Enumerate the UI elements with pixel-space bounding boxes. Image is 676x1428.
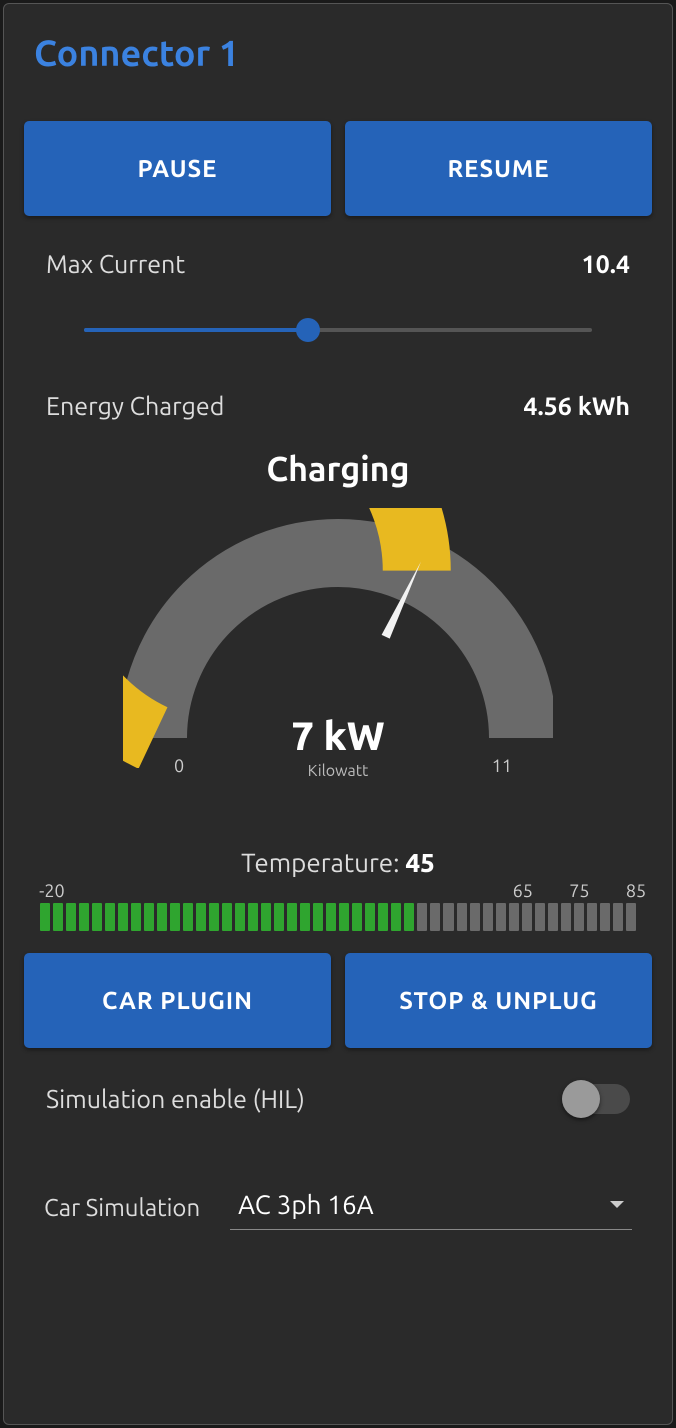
- max-current-label: Max Current: [46, 250, 185, 278]
- chevron-down-icon: [610, 1201, 624, 1208]
- temperature-bar-container: -20657585: [40, 881, 636, 931]
- temperature-segment: [209, 903, 219, 931]
- gauge-unit: Kilowatt: [24, 762, 652, 780]
- temperature-segment: [443, 903, 453, 931]
- car-sim-label: Car Simulation: [44, 1194, 200, 1221]
- temperature-label-prefix: Temperature:: [241, 848, 405, 877]
- energy-value: 4.56 kWh: [523, 392, 630, 420]
- temperature-segment: [404, 903, 414, 931]
- temperature-segment: [600, 903, 610, 931]
- temperature-segment: [235, 903, 245, 931]
- temperature-segment: [339, 903, 349, 931]
- energy-row: Energy Charged 4.56 kWh: [24, 392, 652, 420]
- plug-button-row: CAR PLUGIN STOP & UNPLUG: [24, 953, 652, 1048]
- temperature-segment: [626, 903, 636, 931]
- panel-title: Connector 1: [34, 32, 652, 73]
- temperature-segment: [561, 903, 571, 931]
- temperature-label: Temperature: 45: [40, 848, 636, 877]
- temperature-tick: 65: [513, 881, 533, 901]
- sim-enable-label: Simulation enable (HIL): [46, 1085, 305, 1113]
- max-current-row: Max Current 10.4: [24, 250, 652, 278]
- energy-label: Energy Charged: [46, 392, 224, 420]
- temperature-segment: [144, 903, 154, 931]
- temperature-value: 45: [406, 848, 435, 877]
- temperature-segment: [574, 903, 584, 931]
- temperature-segment: [613, 903, 623, 931]
- temperature-segment: [261, 903, 271, 931]
- temperature-segment: [79, 903, 89, 931]
- car-sim-select[interactable]: AC 3ph 16A: [230, 1184, 632, 1230]
- slider-fill: [84, 328, 308, 332]
- temperature-segment: [378, 903, 388, 931]
- gauge-value: 7 kW: [24, 713, 652, 758]
- max-current-value: 10.4: [582, 250, 630, 278]
- stop-unplug-button[interactable]: STOP & UNPLUG: [345, 953, 652, 1048]
- car-sim-selected: AC 3ph 16A: [238, 1190, 373, 1219]
- pause-button[interactable]: PAUSE: [24, 121, 331, 216]
- temperature-segment: [300, 903, 310, 931]
- temperature-tick: 75: [569, 881, 589, 901]
- temperature-segment: [457, 903, 467, 931]
- gauge: 7 kW Kilowatt 0 11: [24, 508, 652, 788]
- temperature-segment: [430, 903, 440, 931]
- temperature-segment: [365, 903, 375, 931]
- resume-button[interactable]: RESUME: [345, 121, 652, 216]
- temperature-segment: [92, 903, 102, 931]
- max-current-slider-wrap: [24, 278, 652, 392]
- temperature-bar: [40, 903, 636, 931]
- temperature-segment: [391, 903, 401, 931]
- temperature-segment: [548, 903, 558, 931]
- temperature-segment: [53, 903, 63, 931]
- temperature-ticks: -20657585: [40, 881, 636, 901]
- temperature-segment: [496, 903, 506, 931]
- temperature-segment: [483, 903, 493, 931]
- temperature-segment: [352, 903, 362, 931]
- temperature-segment: [248, 903, 258, 931]
- temperature-segment: [183, 903, 193, 931]
- temperature-segment: [40, 903, 50, 931]
- toggle-thumb: [562, 1080, 600, 1118]
- temperature-segment: [118, 903, 128, 931]
- temperature-tick: -20: [39, 881, 65, 901]
- temperature-segment: [417, 903, 427, 931]
- temperature-segment: [470, 903, 480, 931]
- gauge-min: 0: [174, 756, 184, 776]
- temperature-segment: [313, 903, 323, 931]
- temperature-segment: [326, 903, 336, 931]
- gauge-status: Charging: [24, 450, 652, 488]
- car-plugin-button[interactable]: CAR PLUGIN: [24, 953, 331, 1048]
- temperature-segment: [131, 903, 141, 931]
- sim-enable-row: Simulation enable (HIL): [24, 1084, 652, 1114]
- sim-enable-toggle[interactable]: [562, 1084, 630, 1114]
- temperature-segment: [105, 903, 115, 931]
- temperature-segment: [287, 903, 297, 931]
- gauge-max: 11: [492, 756, 512, 776]
- max-current-slider[interactable]: [84, 328, 592, 332]
- temperature-segment: [274, 903, 284, 931]
- temperature-segment: [509, 903, 519, 931]
- temperature-segment: [522, 903, 532, 931]
- temperature-segment: [222, 903, 232, 931]
- temperature-segment: [196, 903, 206, 931]
- control-button-row: PAUSE RESUME: [24, 121, 652, 216]
- temperature-segment: [170, 903, 180, 931]
- temperature-segment: [66, 903, 76, 931]
- temperature-tick: 85: [626, 881, 646, 901]
- car-sim-row: Car Simulation AC 3ph 16A: [24, 1184, 652, 1230]
- temperature-section: Temperature: 45 -20 65 75 85: [24, 848, 652, 931]
- connector-panel: Connector 1 PAUSE RESUME Max Current 10.…: [3, 3, 673, 1425]
- temperature-segment: [535, 903, 545, 931]
- temperature-segment: [587, 903, 597, 931]
- temperature-segment: [157, 903, 167, 931]
- slider-thumb[interactable]: [296, 318, 320, 342]
